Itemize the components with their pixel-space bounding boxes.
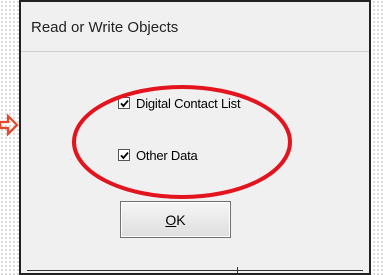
other-data-option[interactable]: Other Data	[118, 147, 198, 163]
digital-contact-list-option[interactable]: Digital Contact List	[118, 95, 241, 111]
arrow-right-icon	[0, 113, 19, 137]
checkmark-icon	[120, 152, 129, 160]
read-write-objects-dialog: Read or Write Objects Digital Contact Li…	[19, 0, 371, 275]
dialog-titlebar: Read or Write Objects	[21, 2, 369, 52]
other-data-label: Other Data	[136, 147, 198, 163]
bottom-divider	[27, 270, 363, 271]
checkmark-icon	[120, 100, 129, 108]
digital-contact-list-checkbox[interactable]	[118, 97, 130, 109]
dialog-body: Digital Contact List Other Data OK	[21, 52, 369, 273]
digital-contact-list-label: Digital Contact List	[136, 95, 241, 111]
bottom-divider-tick	[237, 267, 238, 273]
other-data-checkbox[interactable]	[118, 149, 130, 161]
ok-button-mnemonic: O	[165, 211, 177, 228]
ok-button[interactable]: OK	[120, 201, 231, 238]
ok-button-label-rest: K	[176, 211, 186, 228]
dialog-title: Read or Write Objects	[31, 19, 179, 36]
